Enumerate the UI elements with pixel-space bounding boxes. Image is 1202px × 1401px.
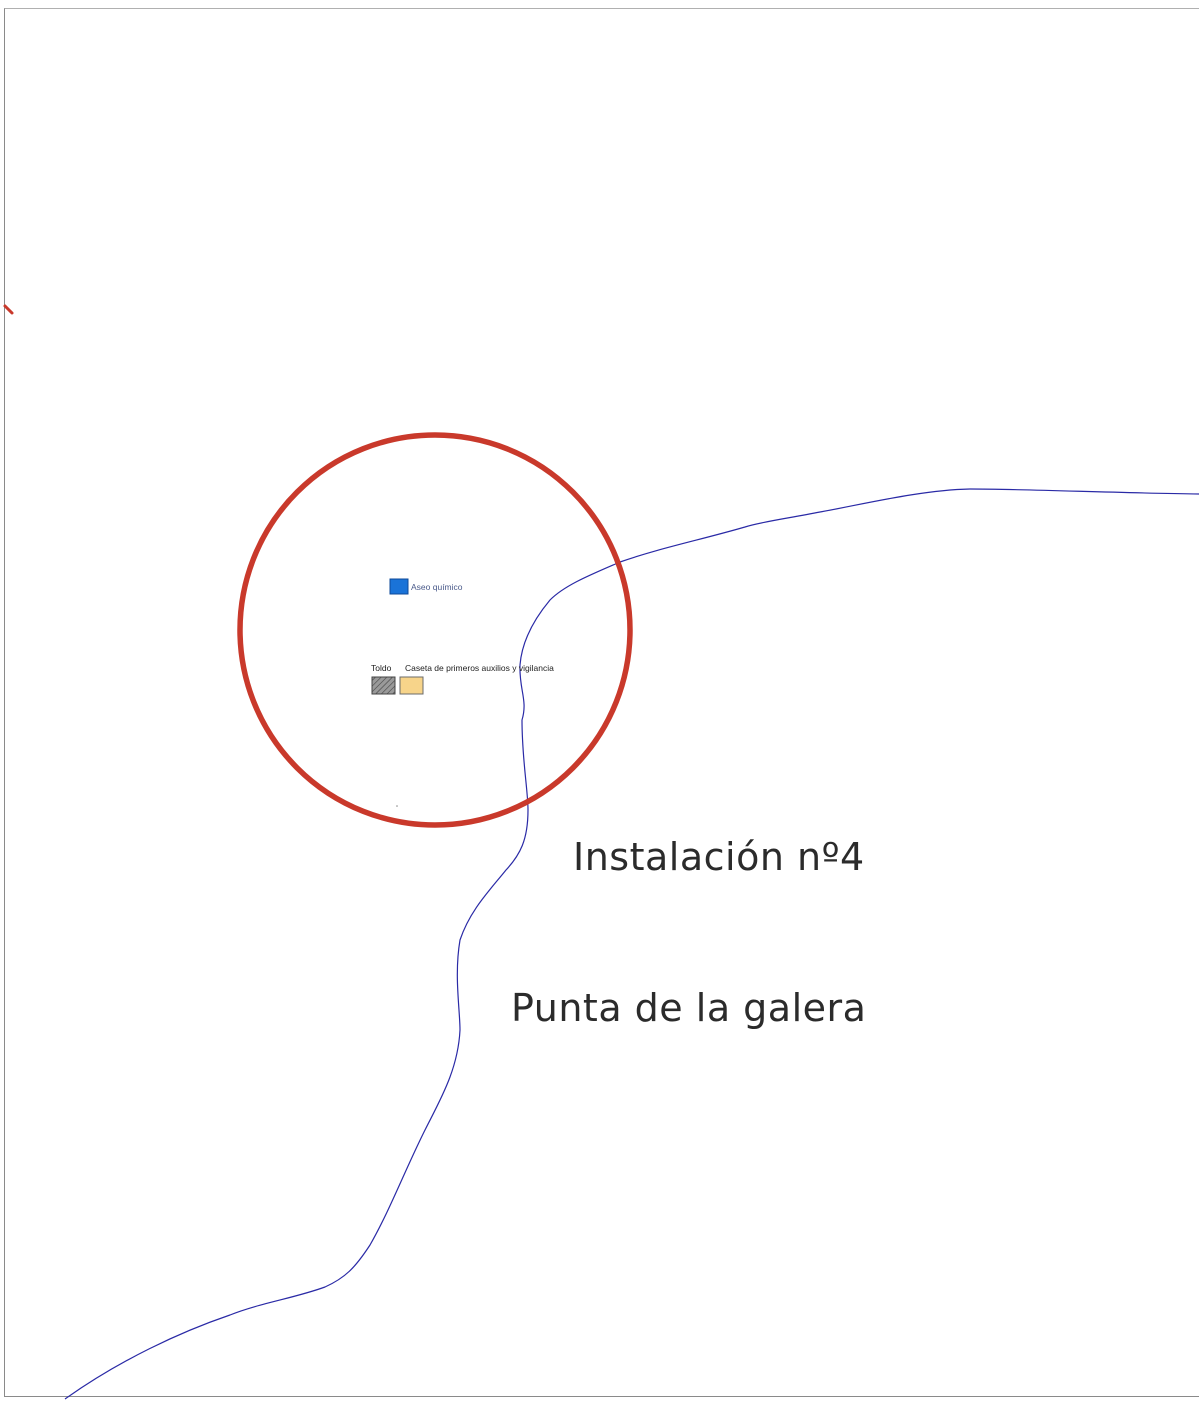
range-circle xyxy=(237,432,633,828)
caseta-icon xyxy=(399,676,424,695)
toldo-label: Toldo xyxy=(371,663,392,673)
red-edge-mark xyxy=(3,304,14,315)
aseo-quimico-icon xyxy=(389,578,409,595)
installation-number-label: Instalación nº4 xyxy=(573,835,865,879)
map-canvas xyxy=(3,304,1200,1400)
caseta-label: Caseta de primeros auxilios y vigilancia xyxy=(405,663,554,673)
aseo-quimico-label: Aseo químico xyxy=(411,582,463,592)
toldo-hatched-icon xyxy=(371,676,396,695)
place-name-label: Punta de la galera xyxy=(511,986,867,1030)
speck-dot xyxy=(396,805,398,807)
